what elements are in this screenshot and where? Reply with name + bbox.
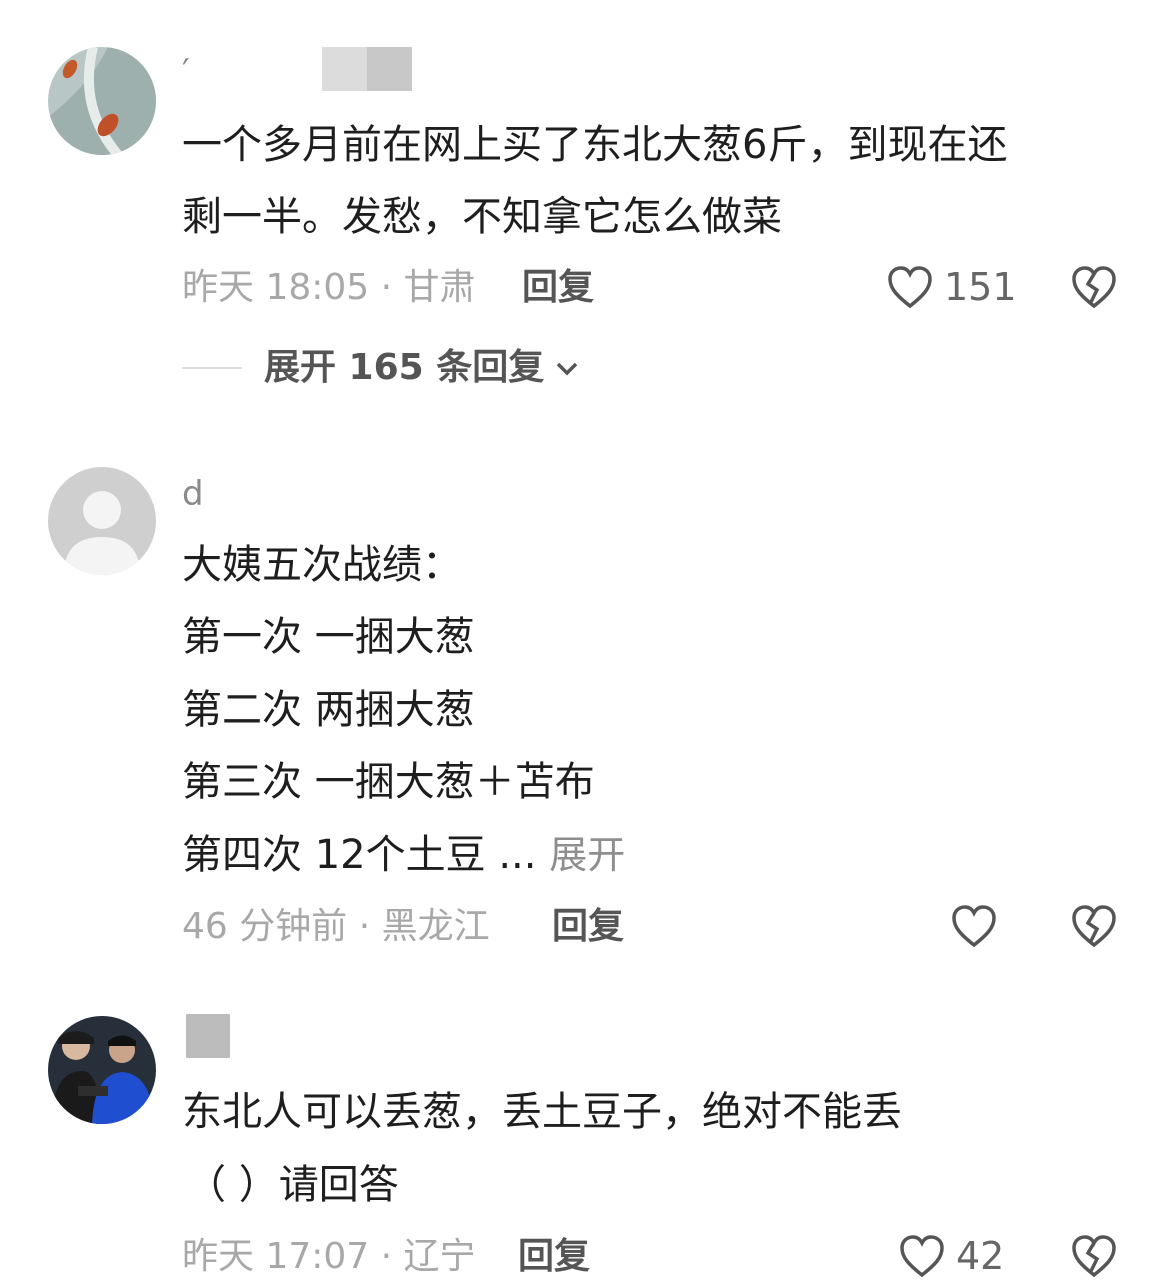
broken-heart-icon (1072, 1235, 1116, 1278)
username-1[interactable]: ′ (182, 52, 190, 92)
dislike-button[interactable] (1070, 903, 1118, 953)
like-button[interactable] (950, 903, 998, 949)
like-button[interactable]: 151 (886, 264, 1017, 310)
broken-heart-icon (1072, 266, 1116, 309)
comment-time-location: 46 分钟前 · 黑龙江 (182, 906, 490, 947)
expand-replies-label: 展开 165 条回复 (264, 347, 545, 388)
avatar-2[interactable] (48, 467, 156, 575)
comment-text-line-last: 第四次 12个土豆 ... 展开 (182, 831, 625, 879)
avatar-3[interactable] (48, 1016, 156, 1124)
expand-replies[interactable]: 展开 165 条回复 (182, 346, 582, 390)
comment-time-location: 昨天 17:07 · 辽宁 (182, 1236, 476, 1277)
dislike-button[interactable] (1070, 264, 1118, 314)
expand-text-button[interactable]: 展开 (549, 833, 625, 877)
divider (182, 367, 242, 369)
comment-text-line: 剩一半。发愁，不知拿它怎么做菜 (182, 194, 782, 240)
heart-outline-icon (888, 266, 932, 309)
like-button[interactable]: 42 (898, 1233, 1004, 1279)
comment-text-line: 第三次 一捆大葱＋苫布 (182, 759, 595, 805)
reply-button[interactable]: 回复 (518, 1235, 590, 1279)
heart-outline-icon (952, 905, 996, 948)
comment-text-line: 大姨五次战绩： (182, 542, 462, 588)
comment-text-line: （ ）请回答 (186, 1162, 399, 1208)
username-redacted-3 (186, 1014, 230, 1058)
reply-button[interactable]: 回复 (552, 905, 624, 949)
dislike-button[interactable] (1070, 1233, 1118, 1283)
comment-text-line: 东北人可以丢葱，丢土豆子，绝对不能丢 (182, 1089, 902, 1135)
heart-outline-icon (900, 1235, 944, 1278)
reply-button[interactable]: 回复 (522, 266, 594, 310)
broken-heart-icon (1072, 905, 1116, 948)
like-count: 42 (956, 1234, 1005, 1278)
like-count: 151 (944, 265, 1017, 309)
comment-text-line: 第二次 两捆大葱 (182, 687, 475, 733)
avatar-1[interactable] (48, 47, 156, 155)
comment-text-fragment: 第四次 12个土豆 ... (182, 832, 537, 878)
comment-text-line: 一个多月前在网上买了东北大葱6斤，到现在还 (182, 122, 1008, 168)
chevron-down-icon (556, 362, 578, 376)
comment-text-line: 第一次 一捆大葱 (182, 614, 475, 660)
comment-time-location: 昨天 18:05 · 甘肃 (182, 267, 476, 308)
username-2[interactable]: d (182, 474, 204, 514)
